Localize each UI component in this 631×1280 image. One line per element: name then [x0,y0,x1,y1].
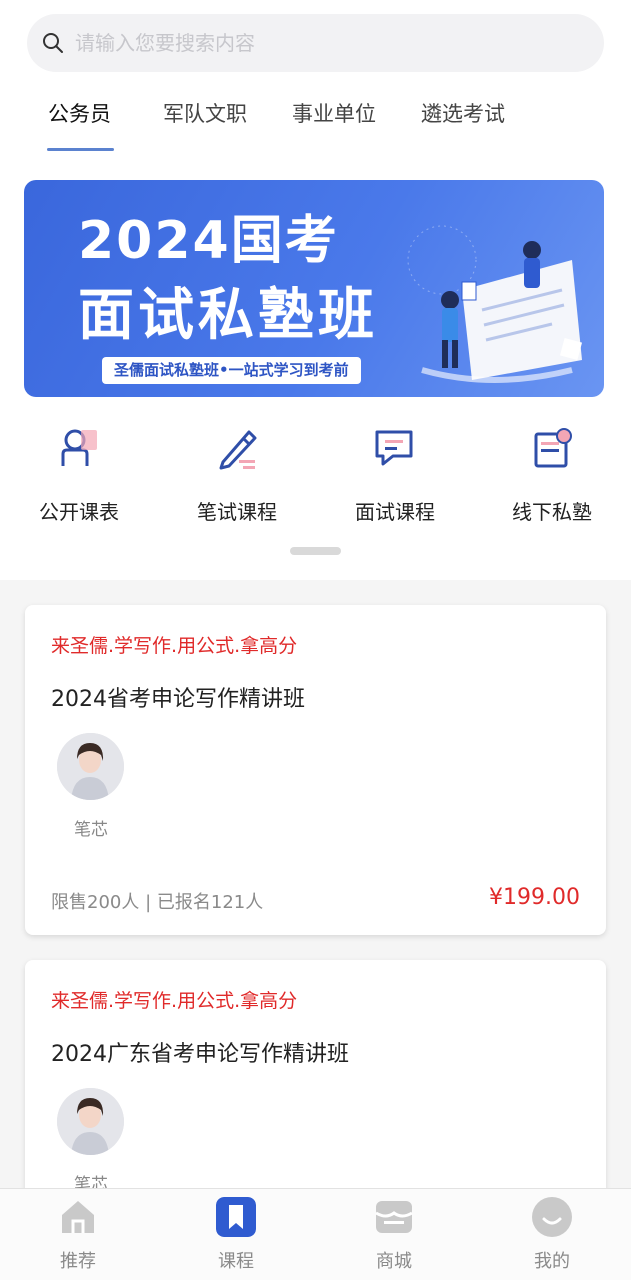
book-icon [534,428,572,468]
category-tabs: 公务员 军队文职 事业单位 遴选考试 [0,90,631,160]
nav-profile[interactable]: 我的 [502,1189,602,1273]
chat-icon [375,430,413,466]
store-icon [375,1201,413,1233]
nav-label: 课程 [218,1251,254,1272]
search-input[interactable] [75,31,575,55]
quick-link-label: 笔试课程 [197,500,277,524]
course-price: ¥199.00 [489,885,580,910]
bottom-navigation: 推荐 课程 商城 我的 [0,1188,631,1280]
quick-link-label: 线下私塾 [512,500,592,524]
avatar [57,733,124,800]
search-bar[interactable] [27,14,604,72]
header-area: 公务员 军队文职 事业单位 遴选考试 2024国考 面试私塾班 圣儒面试私塾班•… [0,0,631,580]
banner-title-line1: 2024国考 [78,211,339,271]
nav-courses[interactable]: 课程 [186,1189,286,1273]
nav-store[interactable]: 商城 [344,1189,444,1273]
quick-link-interview-course[interactable]: 面试课程 [340,420,450,525]
course-title: 2024省考申论写作精讲班 [51,687,305,712]
course-slogan: 来圣儒.学写作.用公式.拿高分 [51,635,298,657]
course-card[interactable]: 来圣儒.学写作.用公式.拿高分 2024省考申论写作精讲班 笔芯 限售200人 … [25,605,606,935]
tab-selection-exam[interactable]: 遴选考试 [421,98,505,128]
promo-banner[interactable]: 2024国考 面试私塾班 圣儒面试私塾班•一站式学习到考前 [24,180,604,397]
schedule-icon [61,429,97,466]
quick-link-label: 面试课程 [355,500,435,524]
nav-label: 商城 [376,1251,412,1272]
page-indicator [290,547,341,555]
pencil-icon [219,430,257,470]
nav-label: 推荐 [60,1251,96,1272]
quick-link-label: 公开课表 [39,500,119,524]
banner-title-line2: 面试私塾班 [78,283,378,348]
course-card[interactable]: 来圣儒.学写作.用公式.拿高分 2024广东省考申论写作精讲班 笔芯 [25,960,606,1190]
tab-public-institution[interactable]: 事业单位 [292,98,376,128]
bookmark-icon [216,1197,256,1237]
quick-link-written-course[interactable]: 笔试课程 [182,420,292,525]
tab-military-civilian[interactable]: 军队文职 [163,98,247,128]
active-tab-indicator [47,148,114,151]
quick-links: 公开课表 笔试课程 面试课程 线下私塾 [0,420,631,530]
quick-link-offline-tutoring[interactable]: 线下私塾 [497,420,607,525]
teacher-name: 笔芯 [74,820,108,840]
enrollment-info: 限售200人 | 已报名121人 [51,892,264,913]
course-list: 来圣儒.学写作.用公式.拿高分 2024省考申论写作精讲班 笔芯 限售200人 … [0,580,631,1190]
course-title: 2024广东省考申论写作精讲班 [51,1042,349,1067]
tab-civil-servant[interactable]: 公务员 [48,98,111,128]
nav-recommend[interactable]: 推荐 [28,1189,128,1273]
profile-icon [532,1197,572,1237]
course-slogan: 来圣儒.学写作.用公式.拿高分 [51,990,298,1012]
banner-tagline: 圣儒面试私塾班•一站式学习到考前 [102,357,361,384]
teacher-name: 笔芯 [74,1175,108,1190]
home-icon [62,1201,94,1233]
avatar [57,1088,124,1155]
quick-link-public-schedule[interactable]: 公开课表 [24,420,134,525]
nav-label: 我的 [534,1251,570,1272]
search-icon [43,33,63,53]
banner-illustration [407,225,583,383]
